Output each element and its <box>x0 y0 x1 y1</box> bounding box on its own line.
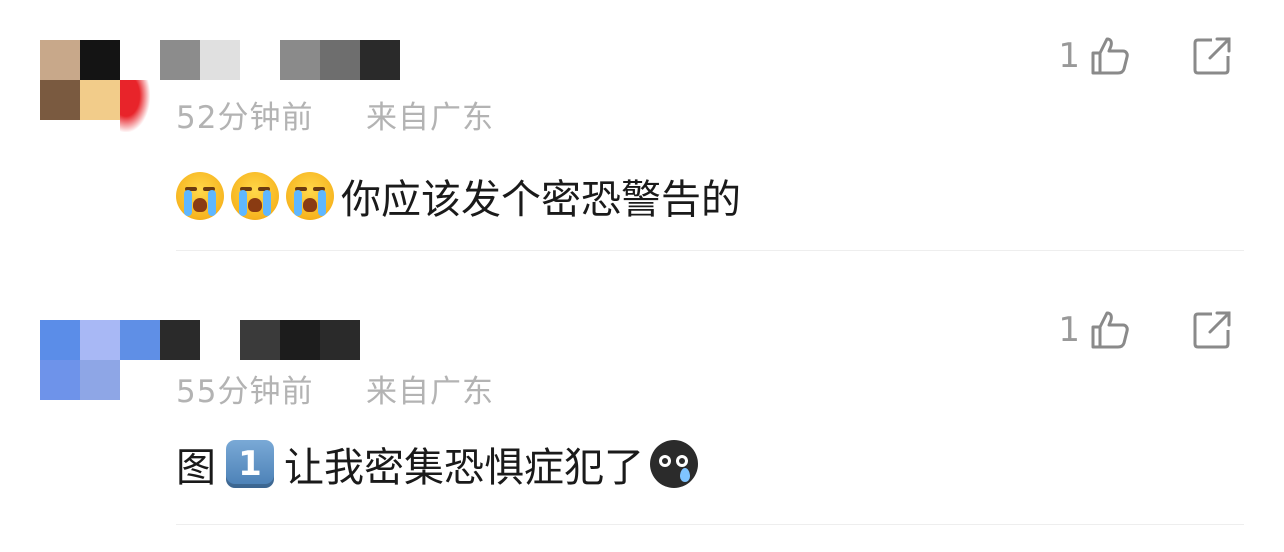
divider <box>176 524 1244 525</box>
avatar-badge <box>120 80 150 132</box>
username-redacted[interactable] <box>160 40 400 80</box>
comment-actions: 1 <box>1058 34 1234 78</box>
comment-body: 让我密集恐惧症犯了 <box>284 445 644 491</box>
comment-item: 55分钟前 来自广东 图 1 让我密集恐惧症犯了 1 <box>0 270 1284 552</box>
loudly-crying-face-icon <box>231 172 279 220</box>
comment-location: 来自广东 <box>366 100 494 136</box>
comment-meta: 55分钟前 来自广东 <box>176 366 494 411</box>
comment-body-prefix: 图 <box>176 445 216 491</box>
comment-text: 你应该发个密恐警告的 <box>176 168 741 224</box>
loudly-crying-face-icon <box>286 172 334 220</box>
divider <box>176 250 1244 251</box>
avatar-mosaic <box>80 360 120 400</box>
thumbs-up-icon[interactable] <box>1088 34 1132 78</box>
avatar-mosaic <box>80 80 120 120</box>
comment-item: 52分钟前 来自广东 你应该发个密恐警告的 1 <box>0 0 1284 270</box>
keycap-one-icon: 1 <box>226 440 274 488</box>
comment-meta: 52分钟前 来自广东 <box>176 92 494 137</box>
sad-tear-face-icon <box>650 440 698 488</box>
comment-location: 来自广东 <box>366 374 494 410</box>
avatar[interactable] <box>40 320 120 400</box>
comment-body: 你应该发个密恐警告的 <box>341 177 741 223</box>
avatar-mosaic <box>40 40 80 80</box>
thumbs-up-icon[interactable] <box>1088 308 1132 352</box>
like-count: 1 <box>1058 310 1080 350</box>
avatar-mosaic <box>40 360 80 400</box>
loudly-crying-face-icon <box>176 172 224 220</box>
comment-text: 图 1 让我密集恐惧症犯了 <box>176 436 698 492</box>
comment-actions: 1 <box>1058 308 1234 352</box>
username-redacted <box>120 320 160 360</box>
avatar-mosaic <box>40 80 80 120</box>
share-icon[interactable] <box>1190 308 1234 352</box>
username-redacted[interactable] <box>160 320 360 360</box>
comment-time: 52分钟前 <box>176 100 314 136</box>
avatar[interactable] <box>40 40 120 120</box>
comment-time: 55分钟前 <box>176 374 314 410</box>
avatar-mosaic <box>80 40 120 80</box>
like-count: 1 <box>1058 36 1080 76</box>
share-icon[interactable] <box>1190 34 1234 78</box>
avatar-mosaic <box>80 320 120 360</box>
avatar-mosaic <box>40 320 80 360</box>
